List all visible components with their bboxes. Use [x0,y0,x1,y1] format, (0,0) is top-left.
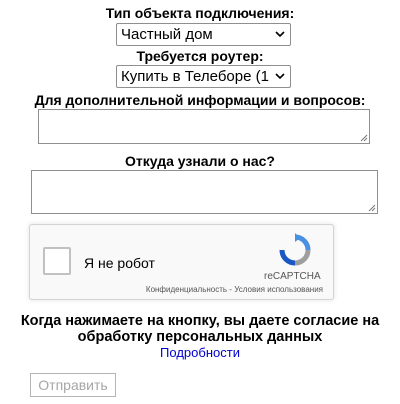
additional-info-textarea[interactable] [38,109,370,144]
recaptcha-separator: - [229,285,232,294]
chevron-down-icon [275,73,285,80]
resize-handle-icon[interactable] [367,203,376,212]
resize-handle-icon[interactable] [359,133,368,142]
router-selected: Купить в Телеборе (1 [121,68,269,85]
recaptcha-brand: reCAPTCHA [264,271,321,282]
recaptcha-widget: Я не робот reCAPTCHA Конфиденциальность … [29,224,334,300]
connection-type-select[interactable]: Частный дом [116,23,291,46]
source-label: Откуда узнали о нас? [125,153,275,169]
consent-line-2: обработку персональных данных [77,329,323,345]
additional-info-label: Для дополнительной информации и вопросов… [34,92,366,108]
submit-button[interactable]: Отправить [30,373,116,397]
connection-type-selected: Частный дом [121,26,213,43]
details-link[interactable]: Подробности [0,345,400,360]
source-textarea[interactable] [31,170,378,214]
router-label: Требуется роутер: [136,48,264,64]
chevron-down-icon [275,31,285,38]
recaptcha-checkbox[interactable] [43,247,71,275]
recaptcha-checkbox-label: Я не робот [84,255,155,271]
recaptcha-logo-icon [279,233,311,266]
recaptcha-links: Конфиденциальность - Условия использован… [146,285,323,294]
router-select[interactable]: Купить в Телеборе (1 [116,65,291,88]
connection-type-label: Тип объекта подключения: [105,5,295,21]
recaptcha-privacy-link[interactable]: Конфиденциальность [146,285,227,294]
recaptcha-terms-link[interactable]: Условия использования [234,285,323,294]
consent-line-1: Когда нажимаете на кнопку, вы даете согл… [20,313,380,329]
